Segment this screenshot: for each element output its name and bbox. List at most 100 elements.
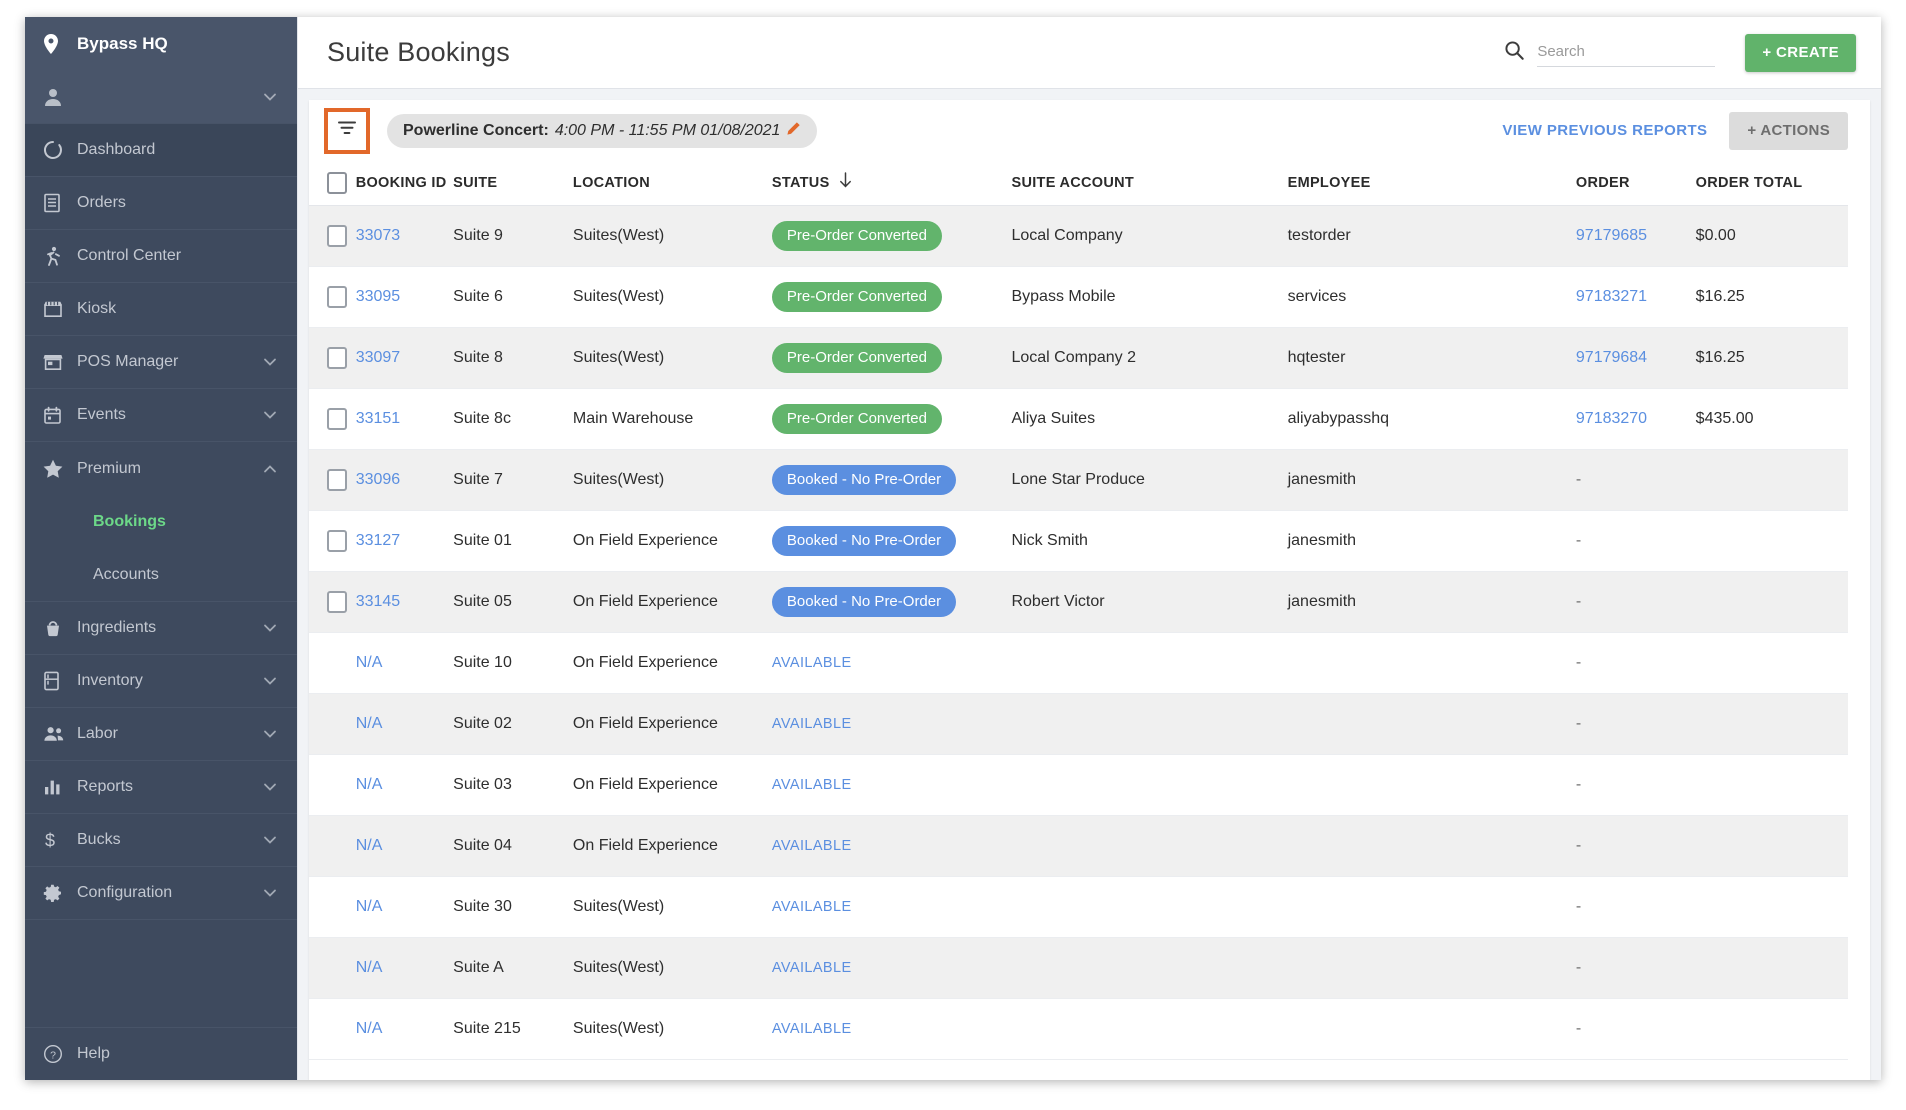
booking-id-cell-text[interactable]: N/A <box>356 1020 383 1037</box>
table-row[interactable]: 33127 Suite 01 On Field Experience Booked -… <box>309 510 1848 572</box>
row-select-cell[interactable] <box>309 205 356 267</box>
row-checkbox[interactable] <box>327 346 347 369</box>
booking-id-cell-text[interactable]: 33095 <box>356 288 401 305</box>
row-select-cell[interactable] <box>309 388 356 450</box>
column-header-location[interactable]: LOCATION <box>572 161 772 206</box>
booking-id-cell-text[interactable]: 33097 <box>356 349 401 366</box>
table-row[interactable]: 33096 Suite 7 Suites(West) Booked - No Pre-… <box>309 449 1848 511</box>
row-select-cell[interactable] <box>309 510 356 572</box>
order-cell-text[interactable]: 97179685 <box>1576 227 1647 244</box>
table-row[interactable]: 33151 Suite 8c Main Warehouse Pre-Order Con… <box>309 388 1848 450</box>
row-checkbox[interactable] <box>327 224 347 247</box>
booking-id-cell-text[interactable]: N/A <box>356 654 383 671</box>
booking-id-cell-text[interactable]: N/A <box>356 837 383 854</box>
booking-id-cell[interactable]: 33095 <box>355 266 454 328</box>
table-row[interactable]: 33095 Suite 6 Suites(West) Pre-Order Conver… <box>309 266 1848 328</box>
create-button[interactable]: + CREATE <box>1745 33 1856 72</box>
row-select-cell[interactable] <box>309 571 356 633</box>
table-row[interactable]: N/A Suite 03 On Field Experience AVAILABLE - <box>309 754 1848 816</box>
arrow-down-icon[interactable] <box>838 172 853 193</box>
table-row[interactable]: 33097 Suite 8 Suites(West) Pre-Order Conver… <box>309 327 1848 389</box>
sidebar-subitem-accounts[interactable]: Accounts <box>25 548 297 601</box>
booking-id-cell-text[interactable]: N/A <box>356 776 383 793</box>
order-cell-text[interactable]: 97179684 <box>1576 349 1647 366</box>
order-cell[interactable]: 97179684 <box>1575 327 1696 389</box>
booking-id-cell[interactable]: 33097 <box>355 327 454 389</box>
booking-id-cell-text[interactable]: 33127 <box>356 532 401 549</box>
column-header-suite-account[interactable]: SUITE ACCOUNT <box>1011 161 1288 206</box>
column-header-order-total[interactable]: ORDER TOTAL <box>1695 161 1848 206</box>
booking-id-cell-text[interactable]: N/A <box>356 959 383 976</box>
sidebar-item-help[interactable]: ? Help <box>25 1027 297 1080</box>
actions-button[interactable]: + ACTIONS <box>1729 111 1848 150</box>
table-row[interactable]: N/A Suite 30 Suites(West) AVAILABLE - <box>309 876 1848 938</box>
row-checkbox[interactable] <box>327 407 347 430</box>
row-checkbox[interactable] <box>327 468 347 491</box>
order-cell[interactable]: 97183270 <box>1575 388 1696 450</box>
booking-id-cell[interactable]: N/A <box>355 998 454 1060</box>
booking-id-cell[interactable]: N/A <box>355 754 454 816</box>
sidebar-item-kiosk[interactable]: Kiosk <box>25 283 297 336</box>
sidebar-brand[interactable]: Bypass HQ <box>25 17 297 71</box>
sidebar-item-configuration[interactable]: Configuration <box>25 867 297 920</box>
sidebar-subitem-bookings[interactable]: Bookings <box>25 495 297 548</box>
select-all-checkbox[interactable] <box>327 171 347 194</box>
order-cell[interactable]: 97179685 <box>1575 205 1696 267</box>
sidebar-user-menu[interactable] <box>25 71 297 124</box>
booking-id-cell[interactable]: N/A <box>355 937 454 999</box>
sidebar-item-orders[interactable]: Orders <box>25 177 297 230</box>
table-row[interactable]: N/A Suite 10 On Field Experience AVAILABLE - <box>309 632 1848 694</box>
booking-id-cell[interactable]: N/A <box>355 815 454 877</box>
table-row[interactable]: 33073 Suite 9 Suites(West) Pre-Order Conver… <box>309 205 1848 267</box>
row-select-cell[interactable] <box>309 327 356 389</box>
sidebar-item-labor[interactable]: Labor <box>25 708 297 761</box>
booking-id-cell-text[interactable]: N/A <box>356 715 383 732</box>
booking-id-cell-text[interactable]: 33073 <box>356 227 401 244</box>
row-select-cell[interactable] <box>309 449 356 511</box>
column-header-order[interactable]: ORDER <box>1575 161 1696 206</box>
booking-id-cell[interactable]: 33073 <box>355 205 454 267</box>
sidebar-item-pos-manager[interactable]: POS Manager <box>25 336 297 389</box>
column-header-booking-id[interactable]: BOOKING ID <box>355 161 454 206</box>
table-row[interactable]: N/A Suite 02 On Field Experience AVAILABLE - <box>309 693 1848 755</box>
booking-id-cell-text[interactable]: 33145 <box>356 593 401 610</box>
booking-id-cell[interactable]: 33096 <box>355 449 454 511</box>
booking-id-cell-text[interactable]: N/A <box>356 898 383 915</box>
view-previous-reports-link[interactable]: VIEW PREVIOUS REPORTS <box>1502 122 1707 139</box>
order-cell-text[interactable]: 97183271 <box>1576 288 1647 305</box>
sidebar-item-premium[interactable]: Premium <box>25 442 297 495</box>
column-header-employee[interactable]: EMPLOYEE <box>1287 161 1576 206</box>
booking-id-cell-text[interactable]: 33151 <box>356 410 401 427</box>
sidebar-item-control-center[interactable]: Control Center <box>25 230 297 283</box>
booking-id-cell[interactable]: 33151 <box>355 388 454 450</box>
bookings-table-scroll[interactable]: BOOKING ID SUITE LOCATION STATUS SUITE ACCOU… <box>309 161 1870 1080</box>
booking-id-cell[interactable]: 33145 <box>355 571 454 633</box>
booking-id-cell[interactable]: 33127 <box>355 510 454 572</box>
sidebar-item-events[interactable]: Events <box>25 389 297 442</box>
search-input[interactable] <box>1537 38 1716 67</box>
order-cell[interactable]: 97183271 <box>1575 266 1696 328</box>
pencil-icon[interactable] <box>786 121 801 141</box>
sidebar-item-inventory[interactable]: Inventory <box>25 655 297 708</box>
row-select-cell[interactable] <box>309 266 356 328</box>
booking-id-cell-text[interactable]: 33096 <box>356 471 401 488</box>
table-row[interactable]: N/A Suite 215 Suites(West) AVAILABLE - <box>309 998 1848 1060</box>
order-cell-text[interactable]: 97183270 <box>1576 410 1647 427</box>
event-filter-chip[interactable]: Powerline Concert: 4:00 PM - 11:55 PM 01… <box>387 113 818 148</box>
sidebar-item-dashboard[interactable]: Dashboard <box>25 124 297 177</box>
table-row[interactable]: N/A Suite 04 On Field Experience AVAILABLE - <box>309 815 1848 877</box>
sidebar-item-reports[interactable]: Reports <box>25 761 297 814</box>
booking-id-cell[interactable]: N/A <box>355 876 454 938</box>
row-checkbox[interactable] <box>327 590 347 613</box>
table-row[interactable]: N/A Suite A Suites(West) AVAILABLE - <box>309 937 1848 999</box>
column-header-status[interactable]: STATUS <box>771 161 1012 206</box>
booking-id-cell[interactable]: N/A <box>355 693 454 755</box>
row-checkbox[interactable] <box>327 285 347 308</box>
table-row[interactable]: 33145 Suite 05 On Field Experience Booked -… <box>309 571 1848 633</box>
filter-button[interactable] <box>324 107 370 154</box>
booking-id-cell[interactable]: N/A <box>355 632 454 694</box>
row-checkbox[interactable] <box>327 529 347 552</box>
search-icon[interactable] <box>1504 40 1525 66</box>
sidebar-item-bucks[interactable]: $ Bucks <box>25 814 297 867</box>
sidebar-item-ingredients[interactable]: Ingredients <box>25 602 297 655</box>
